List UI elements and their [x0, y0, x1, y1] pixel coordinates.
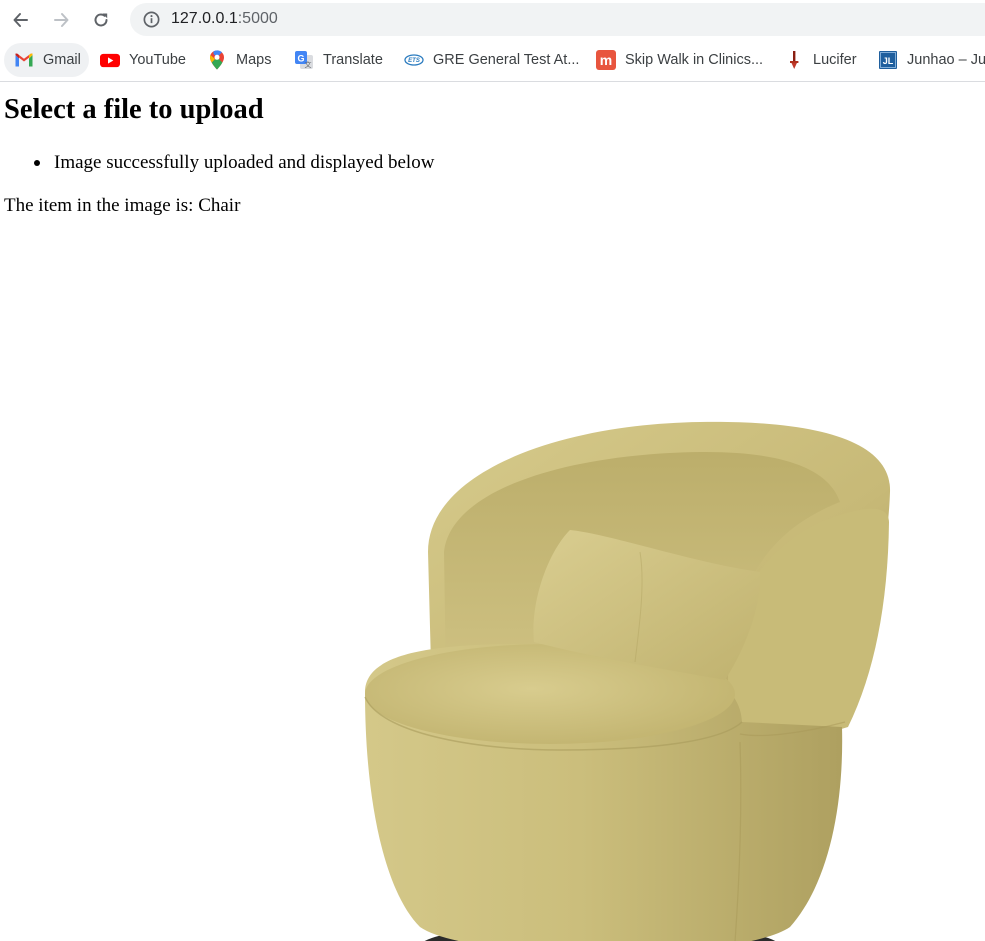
page-content: Select a file to upload Image successful… [0, 82, 985, 941]
bookmark-gre[interactable]: ETS GRE General Test At... [404, 43, 579, 77]
url-port: :5000 [237, 10, 278, 27]
lucifer-icon [784, 50, 804, 70]
bookmark-maps[interactable]: Maps [207, 43, 271, 77]
bookmark-skip-walk-in[interactable]: m Skip Walk in Clinics... [596, 43, 763, 77]
bookmarks-bar: Gmail YouTube Maps G 文 Translate ETS GRE… [0, 40, 985, 82]
svg-text:文: 文 [305, 60, 312, 69]
translate-icon: G 文 [294, 50, 314, 70]
bookmark-label: Gmail [43, 52, 81, 68]
browser-toolbar: 127.0.0.1:5000 [0, 0, 985, 40]
page-title: Select a file to upload [4, 94, 264, 125]
uploaded-chair-image [364, 421, 891, 941]
bookmark-junhao[interactable]: JL Junhao – Ju [878, 43, 985, 77]
bookmark-label: Junhao – Ju [907, 52, 985, 68]
flash-message: Image successfully uploaded and displaye… [34, 152, 434, 174]
maps-icon [207, 50, 227, 70]
prediction-result: The item in the image is: Chair [4, 195, 240, 217]
address-url: 127.0.0.1:5000 [171, 10, 278, 28]
svg-text:JL: JL [883, 56, 894, 66]
svg-text:m: m [600, 52, 612, 68]
bookmark-label: Translate [323, 52, 383, 68]
bookmark-label: YouTube [129, 52, 186, 68]
bookmark-lucifer[interactable]: Lucifer [784, 43, 857, 77]
bookmark-label: Skip Walk in Clinics... [625, 52, 764, 68]
ets-icon: ETS [404, 50, 424, 70]
info-icon[interactable] [142, 10, 161, 29]
address-bar[interactable]: 127.0.0.1:5000 [130, 3, 985, 36]
bookmark-label: GRE General Test At... [433, 52, 580, 68]
back-button[interactable] [7, 6, 35, 34]
m-icon: m [596, 50, 616, 70]
bookmark-gmail[interactable]: Gmail [4, 43, 89, 77]
back-arrow-icon [13, 13, 28, 27]
youtube-icon [100, 50, 120, 70]
gmail-icon [14, 50, 34, 70]
reload-icon [94, 13, 108, 27]
forward-arrow-icon [54, 13, 69, 27]
jl-icon: JL [878, 50, 898, 70]
bookmark-label: Lucifer [813, 52, 857, 68]
result-prefix: The item in the image is: [4, 195, 194, 216]
svg-text:G: G [297, 54, 304, 64]
flash-messages: Image successfully uploaded and displaye… [34, 152, 434, 174]
reload-button[interactable] [87, 6, 115, 34]
bookmark-translate[interactable]: G 文 Translate [294, 43, 383, 77]
bookmark-youtube[interactable]: YouTube [100, 43, 186, 77]
svg-text:ETS: ETS [408, 58, 420, 64]
url-host: 127.0.0.1 [171, 10, 238, 27]
result-value: Chair [198, 195, 241, 216]
forward-button[interactable] [47, 6, 75, 34]
bookmark-label: Maps [236, 52, 272, 68]
